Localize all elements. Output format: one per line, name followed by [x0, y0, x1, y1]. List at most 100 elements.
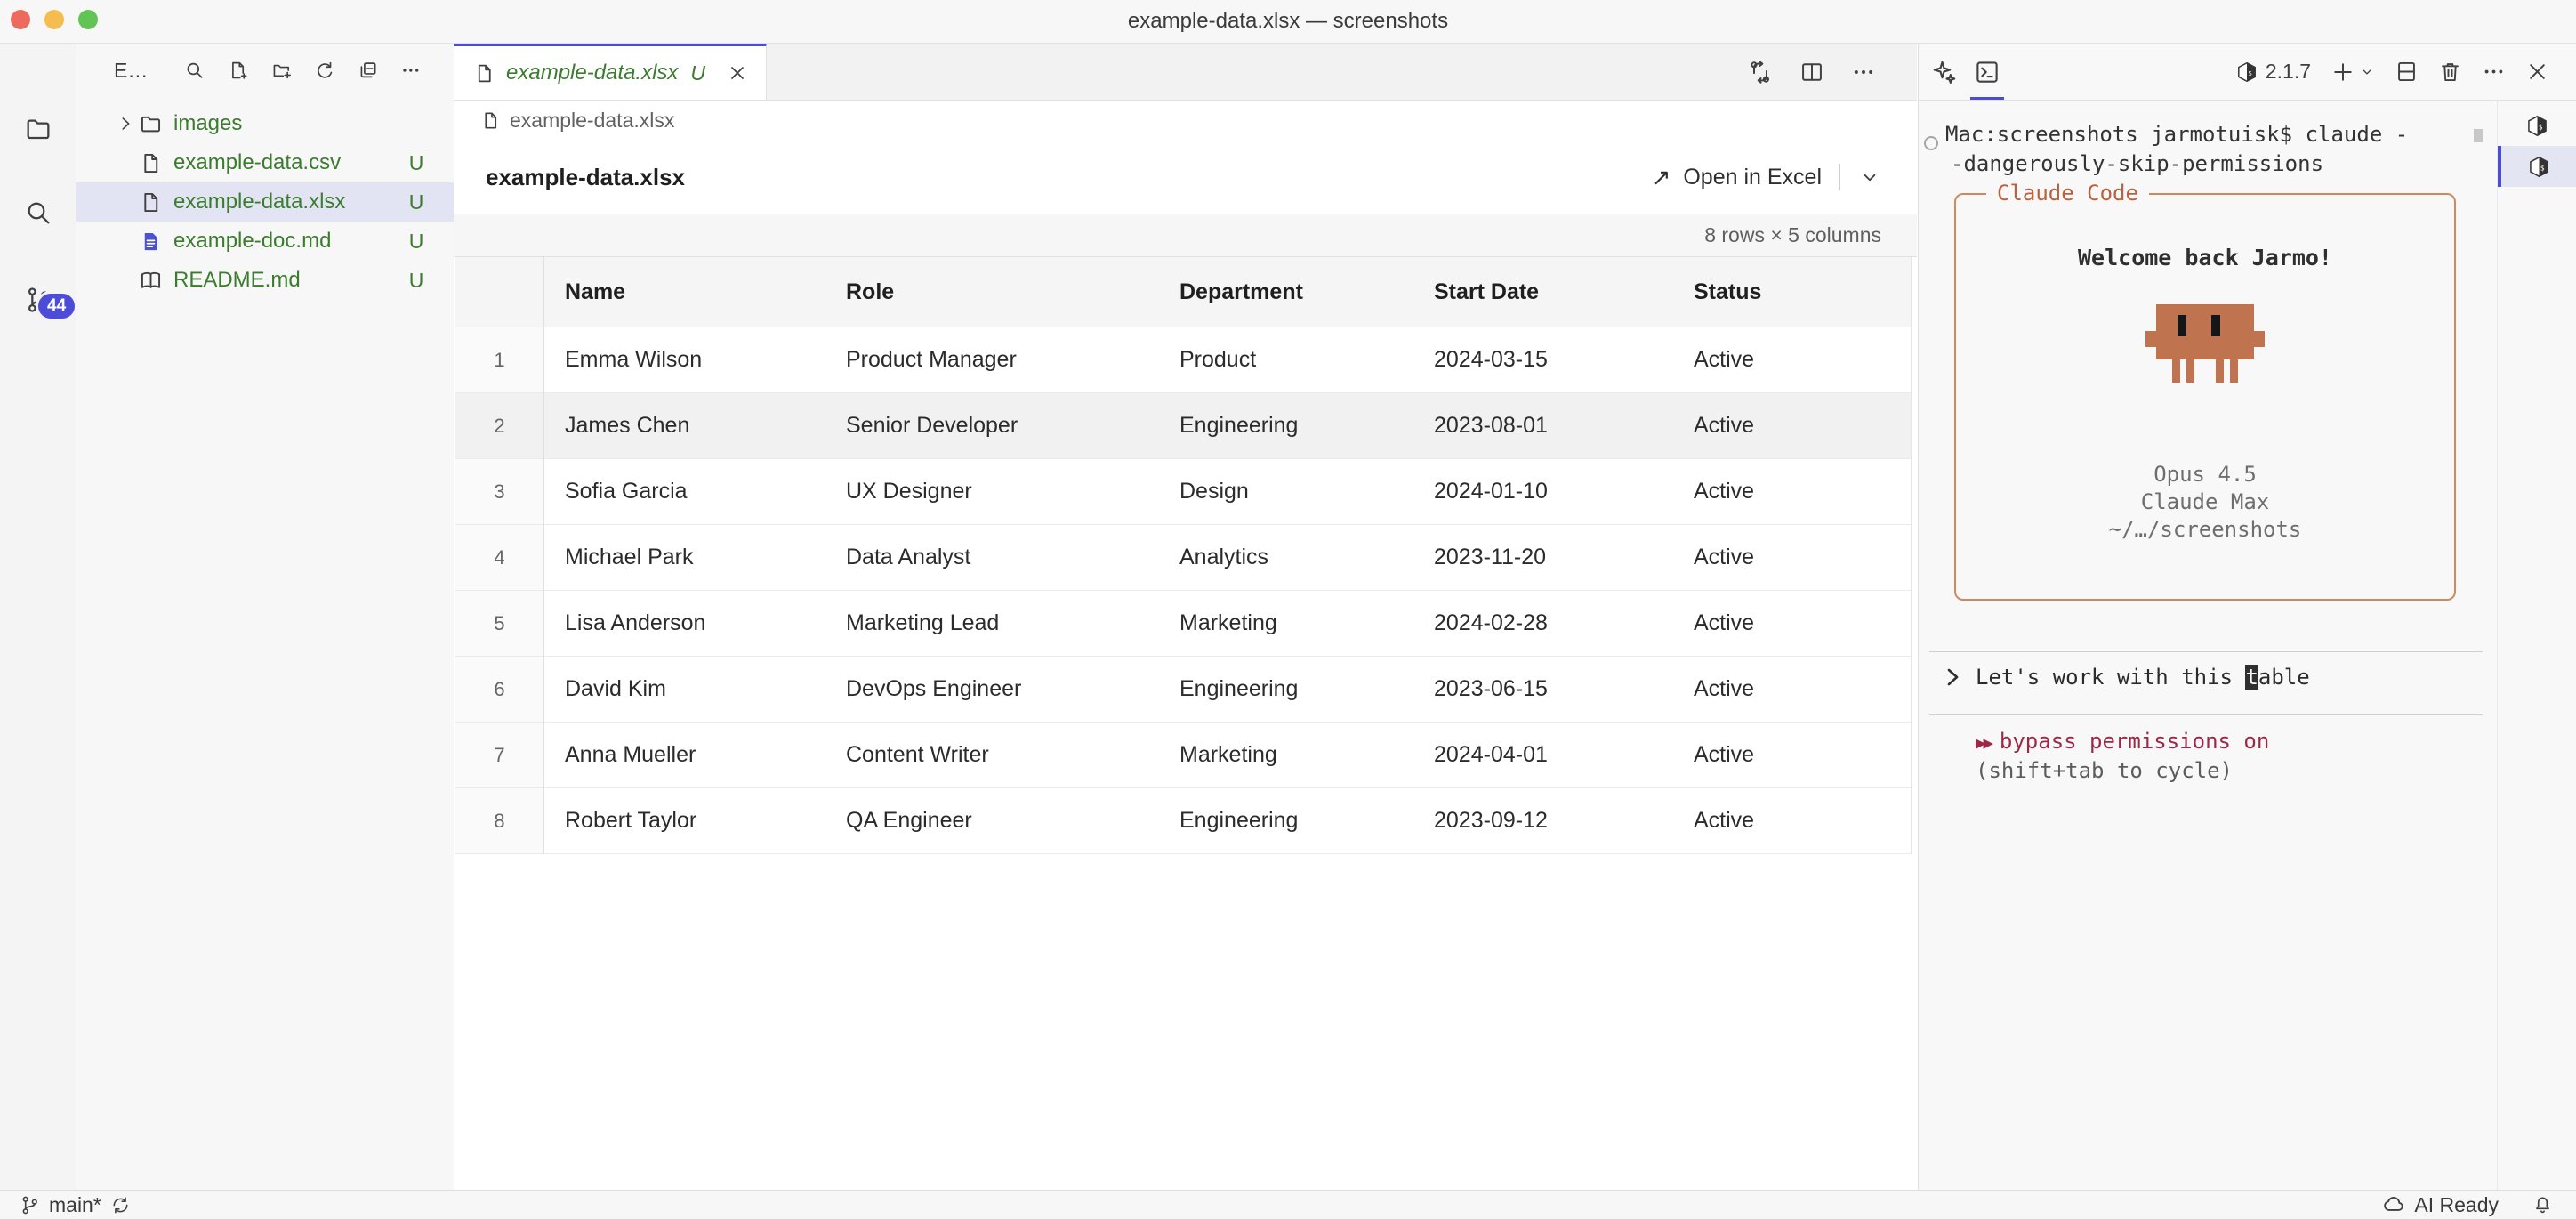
table-cell[interactable]: Product Manager [825, 327, 1159, 393]
branch-name: main* [49, 1193, 101, 1217]
table-cell[interactable]: Anna Mueller [544, 723, 825, 788]
version-label: 2.1.7 [2266, 60, 2311, 84]
table-cell[interactable]: Marketing [1159, 591, 1413, 657]
sync-icon[interactable] [110, 1195, 131, 1215]
table-cell[interactable]: Active [1673, 723, 1911, 788]
table-cell[interactable]: Content Writer [825, 723, 1159, 788]
table-cell[interactable]: 2023-09-12 [1413, 788, 1673, 854]
new-file-icon[interactable] [228, 59, 249, 82]
chevron-right-icon[interactable] [112, 114, 139, 133]
table-cell[interactable]: James Chen [544, 393, 825, 459]
search-files-icon[interactable] [184, 59, 205, 82]
ai-ready-status[interactable]: AI Ready [2382, 1193, 2499, 1217]
table-cell[interactable]: DevOps Engineer [825, 657, 1159, 723]
table-cell[interactable]: 2023-06-15 [1413, 657, 1673, 723]
open-changes-icon[interactable] [1748, 60, 1773, 85]
table-cell[interactable]: 2024-01-10 [1413, 459, 1673, 525]
kill-terminal-icon[interactable] [2438, 60, 2462, 84]
row-number[interactable]: 8 [455, 788, 544, 854]
tree-item-example-data-xlsx[interactable]: example-data.xlsx U [76, 182, 454, 222]
close-tab-icon[interactable] [727, 62, 748, 84]
column-header[interactable]: Status [1673, 257, 1911, 327]
editor-actions [1748, 44, 1876, 100]
table-cell[interactable]: 2024-03-15 [1413, 327, 1673, 393]
tab-example-data-xlsx[interactable]: example-data.xlsx U [454, 44, 767, 100]
chevron-down-icon[interactable] [1858, 165, 1881, 189]
refresh-icon[interactable] [314, 59, 335, 82]
table-cell[interactable]: Design [1159, 459, 1413, 525]
table-cell[interactable]: Marketing [1159, 723, 1413, 788]
table-cell[interactable]: Active [1673, 788, 1911, 854]
table-cell[interactable]: 2024-04-01 [1413, 723, 1673, 788]
table-cell[interactable]: Analytics [1159, 525, 1413, 591]
terminal-instance-tab-selected[interactable]: $ [2498, 146, 2576, 187]
table-cell[interactable]: Product [1159, 327, 1413, 393]
table-cell[interactable]: Data Analyst [825, 525, 1159, 591]
split-editor-icon[interactable] [1799, 60, 1824, 85]
table-cell[interactable]: QA Engineer [825, 788, 1159, 854]
more-actions-icon[interactable] [400, 59, 422, 82]
permission-mode-indicator[interactable]: ▶▶bypass permissions on [1976, 729, 2269, 754]
row-number[interactable]: 4 [455, 525, 544, 591]
table-cell[interactable]: Michael Park [544, 525, 825, 591]
collapse-all-icon[interactable] [358, 59, 379, 82]
table-cell[interactable]: Sofia Garcia [544, 459, 825, 525]
table-cell[interactable]: Lisa Anderson [544, 591, 825, 657]
table-cell[interactable]: 2023-11-20 [1413, 525, 1673, 591]
column-header[interactable]: Start Date [1413, 257, 1673, 327]
table-cell[interactable]: Active [1673, 657, 1911, 723]
table-cell[interactable]: Marketing Lead [825, 591, 1159, 657]
column-header[interactable]: Department [1159, 257, 1413, 327]
new-terminal-button[interactable] [2330, 60, 2375, 85]
editor-area: example-data.xlsx U example-data.xlsx ex… [454, 44, 1917, 1190]
row-number[interactable]: 7 [455, 723, 544, 788]
more-actions-icon[interactable] [1851, 60, 1876, 85]
row-number[interactable]: 6 [455, 657, 544, 723]
column-header[interactable]: Role [825, 257, 1159, 327]
more-actions-icon[interactable] [2482, 60, 2506, 84]
table-cell[interactable]: Engineering [1159, 788, 1413, 854]
git-status-badge: U [406, 190, 427, 214]
open-in-excel-button[interactable]: ↗ Open in Excel [1652, 164, 1822, 191]
table-cell[interactable]: David Kim [544, 657, 825, 723]
cwd-label: ~/…/screenshots [2109, 516, 2302, 544]
tree-item-images[interactable]: images [76, 104, 454, 143]
table-cell[interactable]: Active [1673, 591, 1911, 657]
breadcrumb[interactable]: example-data.xlsx [454, 101, 1917, 141]
terminal-panel: $ 2.1.7 [1918, 44, 2576, 1190]
row-number[interactable]: 5 [455, 591, 544, 657]
table-cell[interactable]: Emma Wilson [544, 327, 825, 393]
table-cell[interactable]: Active [1673, 459, 1911, 525]
sparkle-ai-icon[interactable] [1931, 59, 1958, 85]
notifications-bell-icon[interactable] [2532, 1195, 2553, 1215]
tree-item-example-data-csv[interactable]: example-data.csv U [76, 143, 454, 182]
scrollbar-thumb[interactable] [2474, 129, 2483, 142]
chevron-down-icon[interactable] [2359, 64, 2375, 80]
terminal-tab[interactable] [1974, 44, 2000, 100]
terminal-instance-tab[interactable]: $ [2498, 105, 2576, 146]
table-cell[interactable]: Active [1673, 393, 1911, 459]
row-number[interactable]: 1 [455, 327, 544, 393]
table-cell[interactable]: 2023-08-01 [1413, 393, 1673, 459]
git-branch-status[interactable]: main* [20, 1193, 131, 1217]
table-cell[interactable]: 2024-02-28 [1413, 591, 1673, 657]
row-number[interactable]: 2 [455, 393, 544, 459]
table-cell[interactable]: Active [1673, 327, 1911, 393]
claude-prompt-input[interactable]: Let's work with this table [1945, 665, 2310, 690]
table-cell[interactable]: Senior Developer [825, 393, 1159, 459]
row-number[interactable]: 3 [455, 459, 544, 525]
explorer-icon[interactable] [24, 115, 52, 143]
new-folder-icon[interactable] [271, 59, 293, 82]
table-cell[interactable]: Robert Taylor [544, 788, 825, 854]
activity-bar: 44 [0, 44, 76, 1190]
tree-item-example-doc-md[interactable]: example-doc.md U [76, 222, 454, 261]
table-cell[interactable]: UX Designer [825, 459, 1159, 525]
search-icon[interactable] [24, 198, 52, 227]
tree-item-readme-md[interactable]: README.md U [76, 261, 454, 300]
close-panel-icon[interactable] [2525, 60, 2549, 84]
split-terminal-icon[interactable] [2395, 60, 2419, 84]
column-header[interactable]: Name [544, 257, 825, 327]
table-cell[interactable]: Engineering [1159, 393, 1413, 459]
table-cell[interactable]: Active [1673, 525, 1911, 591]
table-cell[interactable]: Engineering [1159, 657, 1413, 723]
